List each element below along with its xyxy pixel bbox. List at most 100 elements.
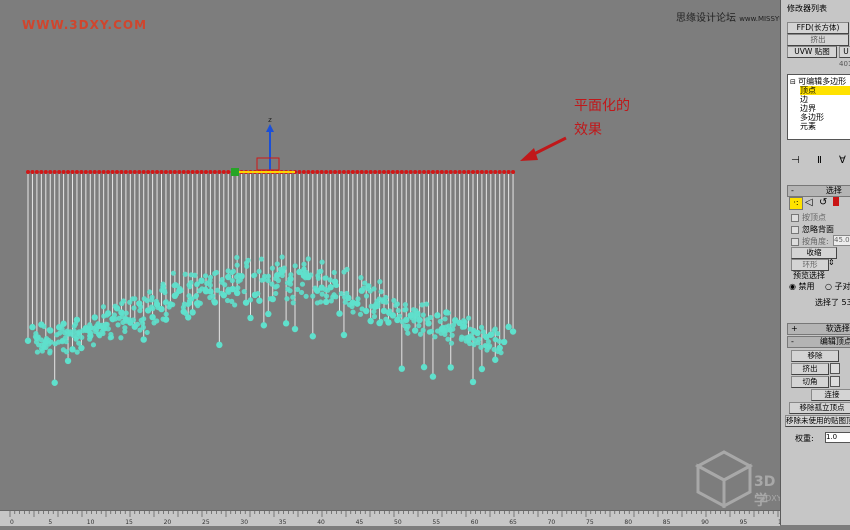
- red-vertex: [333, 170, 338, 174]
- cyan-vertex: [469, 378, 477, 386]
- cyan-vertex: [310, 293, 316, 299]
- cyan-vertex: [61, 330, 68, 336]
- transform-gizmo: z: [231, 116, 295, 176]
- cyan-vertex: [301, 261, 307, 267]
- ignore-backface-checkbox[interactable]: 忽略背面: [791, 224, 834, 235]
- cyan-vertex: [434, 312, 441, 319]
- red-vertex: [199, 170, 204, 174]
- red-vertex: [346, 170, 351, 174]
- stack-item-edge[interactable]: 边: [800, 95, 808, 104]
- cyan-vertex: [279, 254, 285, 260]
- stack-item-border[interactable]: 边界: [800, 104, 816, 113]
- scene-canvas[interactable]: z: [0, 0, 780, 510]
- cyan-vertex: [478, 324, 485, 330]
- edit-vertices-rollout-header[interactable]: - 编辑顶点: [787, 336, 850, 348]
- u-button[interactable]: U: [839, 46, 850, 58]
- red-vertex: [448, 170, 453, 174]
- cyan-vertex: [447, 364, 454, 371]
- soft-select-rollout-header[interactable]: + 软选择: [787, 323, 850, 335]
- cyan-vertex: [282, 320, 290, 327]
- cyan-vertex: [425, 320, 432, 327]
- cyan-vertex: [256, 297, 263, 304]
- cyan-vertex: [163, 311, 169, 317]
- stack-item-element[interactable]: 元素: [800, 122, 816, 131]
- border-mode-icon[interactable]: ↺: [819, 197, 827, 208]
- cyan-vertex: [495, 331, 501, 337]
- cyan-vertex: [371, 286, 377, 292]
- cyan-vertex: [269, 295, 276, 303]
- cyan-vertex: [419, 302, 425, 308]
- cyan-vertex: [410, 307, 417, 313]
- cyan-vertex: [378, 289, 384, 295]
- preview-select-label: 预览选择: [793, 271, 825, 280]
- polygon-mode-icon[interactable]: [833, 197, 839, 206]
- modifier-list-label[interactable]: 修改器列表: [787, 3, 827, 14]
- red-vertex: [88, 170, 93, 174]
- cyan-vertex: [480, 329, 487, 335]
- red-vertex: [408, 170, 413, 174]
- cyan-vertex: [442, 316, 448, 322]
- weight-input[interactable]: 1.0: [825, 432, 850, 443]
- select-rollout-header[interactable]: - 选择: [787, 185, 850, 197]
- red-vertex: [355, 170, 360, 174]
- cyan-vertex: [202, 273, 209, 279]
- angle-input[interactable]: 45.0: [833, 235, 850, 246]
- red-vertex: [337, 170, 342, 174]
- cyan-vertex: [189, 309, 196, 316]
- red-vertex: [457, 170, 462, 174]
- timeline-ruler[interactable]: 0510152025303540455055606570758085909510…: [0, 510, 790, 526]
- cyan-vertex: [34, 349, 41, 355]
- show-end-result-icon[interactable]: Ⅱ: [817, 155, 822, 166]
- cyan-vertex: [192, 272, 198, 278]
- cyan-vertex: [260, 322, 268, 329]
- cyan-vertex: [445, 336, 451, 342]
- annotation-line-1: 平面化的: [574, 98, 630, 114]
- red-vertex: [97, 170, 102, 174]
- red-vertex: [324, 170, 329, 174]
- cyan-vertex: [214, 287, 221, 293]
- extrude-modifier-button[interactable]: 挤出: [787, 34, 849, 46]
- remove-isolated-button[interactable]: 移除孤立顶点: [789, 402, 850, 414]
- pin-stack-icon[interactable]: ⊣: [791, 155, 800, 166]
- cyan-vertex: [73, 336, 79, 342]
- cyan-vertex: [104, 310, 112, 317]
- vertex-mode-icon[interactable]: ·:: [789, 197, 803, 210]
- uvw-map-button[interactable]: UVW 贴图: [787, 46, 837, 58]
- chamfer-settings-icon[interactable]: [830, 376, 840, 387]
- by-angle-checkbox[interactable]: 按角度:: [791, 236, 829, 247]
- remove-button[interactable]: 移除: [791, 350, 839, 362]
- extrude-settings-icon[interactable]: [830, 363, 840, 374]
- red-vertex: [43, 170, 48, 174]
- cyan-vertex: [398, 365, 405, 372]
- cyan-vertex: [327, 284, 334, 291]
- preview-subobject-radio[interactable]: ○ 子对象: [825, 281, 850, 292]
- red-vertex: [110, 170, 115, 174]
- cyan-vertex: [63, 349, 70, 355]
- cyan-vertex: [100, 325, 107, 332]
- remove-unused-map-button[interactable]: 移除未使用的贴图顶点: [785, 415, 850, 427]
- by-vertex-checkbox[interactable]: 按顶点: [791, 212, 826, 223]
- connect-button[interactable]: 连接: [811, 389, 850, 401]
- red-vertex: [466, 170, 471, 174]
- edge-mode-icon[interactable]: ◁: [805, 197, 813, 208]
- ffd-button[interactable]: FFD(长方体): [787, 22, 849, 34]
- cyan-vertex: [79, 334, 85, 341]
- cyan-vertex: [314, 300, 320, 306]
- chamfer-button[interactable]: 切角: [791, 376, 829, 388]
- cyan-vertex: [505, 323, 512, 331]
- viewport[interactable]: WWW.3DXY.COM z 平面化的 效果 3D学院 3DXY.COM: [0, 0, 780, 510]
- cyan-vertex: [487, 331, 494, 338]
- watermark-forum: 思缘设计论坛: [676, 13, 736, 24]
- extrude-button[interactable]: 挤出: [791, 363, 829, 375]
- cyan-vertex: [371, 313, 378, 320]
- preview-disabled-radio[interactable]: ◉ 禁用: [789, 281, 815, 292]
- modifier-stack[interactable]: ⊟ 可编辑多边形 顶点 边 边界 多边形 元素: [787, 74, 850, 140]
- cyan-vertex: [207, 274, 214, 280]
- cyan-vertex: [42, 338, 49, 346]
- ring-spinner-icon[interactable]: ⇕: [828, 258, 835, 267]
- red-vertex: [471, 170, 475, 174]
- cyan-vertex: [193, 292, 200, 299]
- stack-item-polygon[interactable]: 多边形: [800, 113, 824, 122]
- stack-item-vertex[interactable]: 顶点: [800, 86, 850, 95]
- make-unique-icon[interactable]: ∀: [839, 155, 846, 166]
